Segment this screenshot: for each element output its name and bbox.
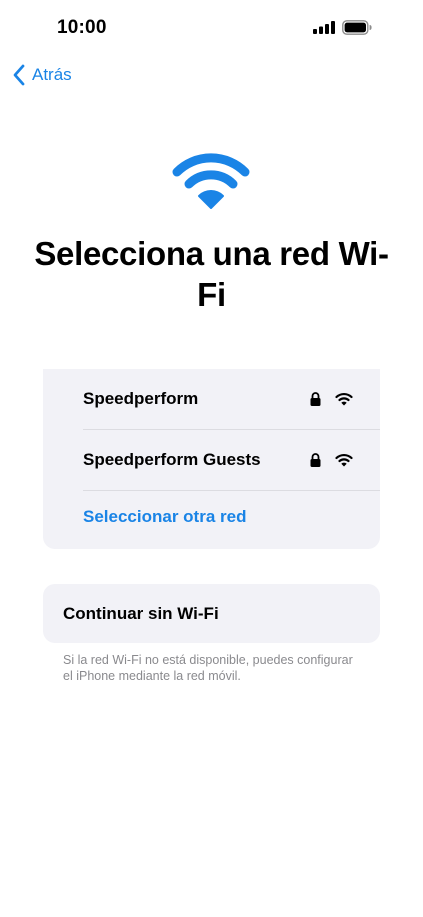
wifi-icon	[172, 153, 250, 209]
choose-other-network-button[interactable]: Seleccionar otra red	[83, 507, 246, 527]
continue-without-wifi-label: Continuar sin Wi-Fi	[63, 604, 219, 623]
status-bar: 10:00	[0, 0, 423, 56]
network-name: Speedperform Guests	[83, 450, 261, 469]
network-row-speedperform[interactable]: Speedperform	[83, 369, 380, 430]
signal-bars-icon	[313, 21, 335, 34]
wifi-signal-icon	[335, 392, 353, 406]
lock-icon	[310, 453, 321, 467]
wifi-signal-icon	[335, 453, 353, 467]
battery-icon	[342, 20, 372, 35]
back-button[interactable]: Atrás	[12, 62, 72, 88]
back-label: Atrás	[32, 65, 72, 84]
status-time: 10:00	[57, 17, 107, 38]
lock-icon	[310, 392, 321, 406]
chevron-left-icon	[13, 64, 25, 86]
page-title: Selecciona una red Wi-Fi	[34, 235, 389, 313]
network-name: Speedperform	[83, 389, 199, 408]
network-list: Speedperform Speedperform Guests Selecci…	[43, 369, 380, 549]
continue-without-wifi-button[interactable]: Continuar sin Wi-Fi	[43, 584, 380, 643]
footnote: Si la red Wi-Fi no está disponible, pued…	[63, 653, 353, 683]
network-row-speedperform-guests[interactable]: Speedperform Guests	[83, 430, 380, 491]
